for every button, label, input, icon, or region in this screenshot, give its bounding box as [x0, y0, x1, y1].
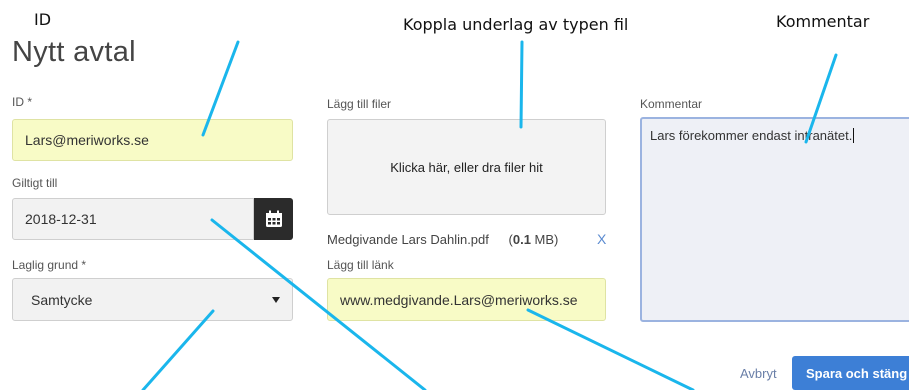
- id-value: Lars@meriworks.se: [25, 132, 149, 148]
- grund-value: Samtycke: [31, 291, 93, 308]
- save-and-close-button[interactable]: Spara och stäng: [792, 356, 909, 390]
- comment-label: Kommentar: [640, 97, 703, 111]
- remove-file-button[interactable]: X: [597, 231, 606, 247]
- date-value: 2018-12-31: [25, 211, 97, 227]
- dropzone-text: Klicka här, eller dra filer hit: [390, 159, 543, 175]
- id-label: ID *: [12, 95, 33, 109]
- file-dropzone[interactable]: Klicka här, eller dra filer hit: [327, 119, 606, 215]
- comment-value: Lars förekommer endast intranätet.: [650, 128, 853, 143]
- text-caret: [853, 128, 855, 143]
- callout-koppla: Koppla underlag av typen fil: [403, 15, 629, 34]
- attached-file-row: Medgivande Lars Dahlin.pdf (0.1 MB): [327, 232, 558, 247]
- file-size-value: 0.1: [512, 232, 531, 247]
- grund-select[interactable]: Samtycke: [12, 278, 293, 321]
- page-title: Nytt avtal: [12, 36, 136, 68]
- link-input[interactable]: www.medgivande.Lars@meriworks.se: [327, 278, 606, 321]
- file-size: (0.1 MB): [508, 232, 559, 247]
- calendar-button[interactable]: [254, 198, 293, 240]
- annotation-line-grund: [141, 309, 215, 390]
- annotation-line-files: [519, 40, 524, 129]
- link-value: www.medgivande.Lars@meriworks.se: [340, 291, 578, 308]
- callout-id: ID: [34, 10, 52, 29]
- callout-kommentar: Kommentar: [776, 12, 870, 31]
- date-input[interactable]: 2018-12-31: [12, 198, 254, 240]
- link-label: Lägg till länk: [327, 258, 394, 272]
- giltigt-label: Giltigt till: [12, 176, 58, 190]
- calendar-icon: [265, 210, 282, 227]
- annotation-line-link: [526, 308, 695, 390]
- files-label: Lägg till filer: [327, 97, 392, 111]
- id-input[interactable]: Lars@meriworks.se: [12, 119, 293, 161]
- caret-down-icon: [272, 296, 280, 303]
- grund-label: Laglig grund *: [12, 258, 87, 272]
- cancel-button[interactable]: Avbryt: [740, 366, 777, 381]
- comment-textarea[interactable]: Lars förekommer endast intranätet.: [640, 117, 909, 322]
- file-name: Medgivande Lars Dahlin.pdf: [327, 232, 489, 247]
